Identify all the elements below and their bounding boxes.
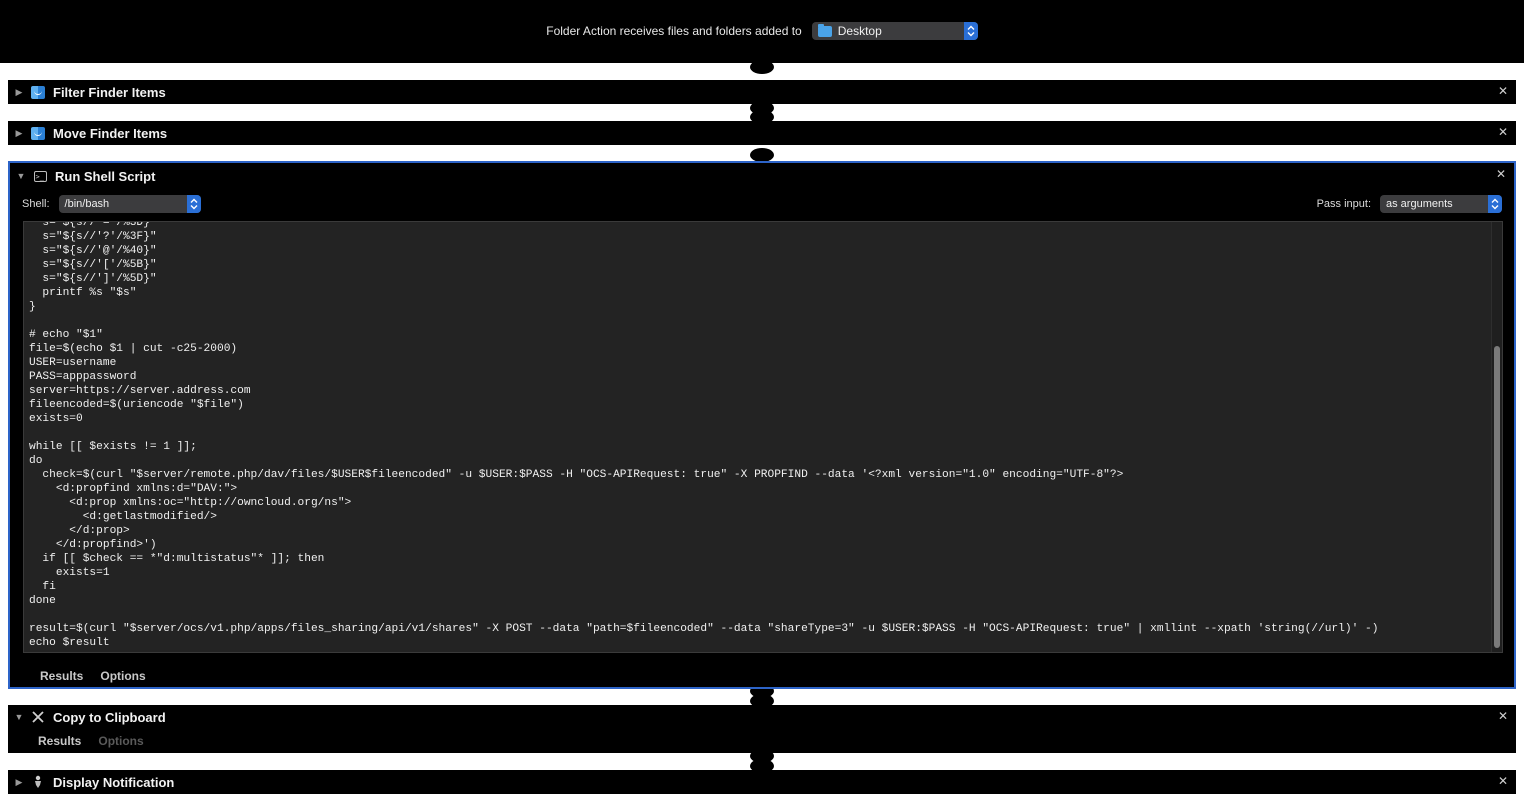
pass-input-popup[interactable]: as arguments <box>1380 195 1502 213</box>
disclosure-triangle-icon[interactable]: ▶ <box>9 87 29 98</box>
workflow-header: Folder Action receives files and folders… <box>0 0 1524 63</box>
folder-popup-value: Desktop <box>837 24 882 38</box>
disclosure-triangle-icon[interactable]: ▼ <box>9 712 29 722</box>
pass-input-popup-value: as arguments <box>1386 198 1453 210</box>
scissors-icon <box>31 710 45 724</box>
disclosure-triangle-icon[interactable]: ▼ <box>11 171 31 181</box>
action-title: Copy to Clipboard <box>53 709 166 725</box>
action-move-finder-items[interactable]: ▶ Move Finder Items ✕ <box>8 121 1516 145</box>
tab-options[interactable]: Options <box>100 669 145 683</box>
close-icon[interactable]: ✕ <box>1498 775 1508 787</box>
action-title: Filter Finder Items <box>53 84 166 100</box>
action-title: Move Finder Items <box>53 125 168 141</box>
folder-icon <box>817 23 832 37</box>
shell-popup-value: /bin/bash <box>64 198 110 210</box>
action-run-shell-script[interactable]: ▼ >_ Run Shell Script ✕ Shell: /bin/bash… <box>8 161 1516 689</box>
action-footer-tabs: Results Options <box>38 734 144 748</box>
close-icon[interactable]: ✕ <box>1498 126 1508 138</box>
action-display-notification[interactable]: ▶ Display Notification ✕ <box>8 770 1516 794</box>
folder-popup[interactable]: Desktop <box>811 22 978 40</box>
finder-icon <box>31 126 45 140</box>
pass-input-label: Pass input: <box>1316 198 1371 210</box>
close-icon[interactable]: ✕ <box>1498 710 1508 722</box>
finder-icon <box>31 85 45 99</box>
action-filter-finder-items[interactable]: ▶ Filter Finder Items ✕ <box>8 80 1516 104</box>
script-editor[interactable]: s="${s//'='/%3D}" s="${s//'?'/%3F}" s="$… <box>23 221 1503 653</box>
close-icon[interactable]: ✕ <box>1496 168 1506 180</box>
tab-results[interactable]: Results <box>38 734 81 748</box>
action-connector <box>750 60 774 74</box>
action-footer-tabs: Results Options <box>40 669 146 683</box>
tab-results[interactable]: Results <box>40 669 83 683</box>
chevron-updown-icon <box>186 195 201 213</box>
action-title: Display Notification <box>53 774 175 790</box>
scrollbar-thumb[interactable] <box>1494 346 1500 648</box>
chevron-updown-icon <box>1488 195 1502 213</box>
folder-action-label: Folder Action receives files and folders… <box>546 24 802 38</box>
disclosure-triangle-icon[interactable]: ▶ <box>9 777 29 788</box>
shell-popup[interactable]: /bin/bash <box>58 195 201 213</box>
action-title: Run Shell Script <box>55 168 156 184</box>
chevron-updown-icon <box>963 22 978 40</box>
shell-label: Shell: <box>22 198 50 210</box>
notification-icon <box>31 775 45 789</box>
scrollbar-track[interactable] <box>1491 222 1502 652</box>
tab-options[interactable]: Options <box>98 734 143 748</box>
action-copy-to-clipboard[interactable]: ▼ Copy to Clipboard ✕ Results Options <box>8 705 1516 753</box>
script-text[interactable]: s="${s//'='/%3D}" s="${s//'?'/%3F}" s="$… <box>24 222 1378 650</box>
close-icon[interactable]: ✕ <box>1498 85 1508 97</box>
disclosure-triangle-icon[interactable]: ▶ <box>9 128 29 139</box>
terminal-icon: >_ <box>33 169 47 183</box>
action-connector <box>750 148 774 162</box>
